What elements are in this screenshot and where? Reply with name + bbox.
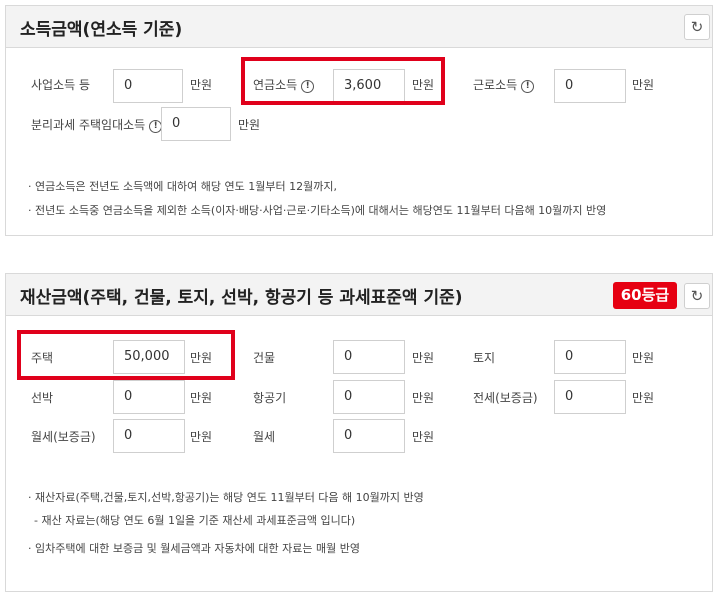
- earned-income-label: 근로소득!: [473, 76, 535, 93]
- property-note-1: · 재산자료(주택,건물,토지,선박,항공기)는 해당 연도 11월부터 다음 …: [28, 491, 424, 504]
- aircraft-label: 항공기: [253, 391, 287, 405]
- rental-income-unit: 만원: [238, 118, 261, 132]
- property-panel-header: 재산금액(주택, 건물, 토지, 선박, 항공기 등 과세표준액 기준) 60등…: [6, 274, 712, 316]
- ship-input[interactable]: 0: [113, 380, 185, 414]
- pension-highlight-box: [241, 57, 445, 105]
- aircraft-unit: 만원: [412, 391, 435, 405]
- earned-income-input[interactable]: 0: [554, 69, 626, 103]
- business-income-label: 사업소득 등: [31, 78, 91, 92]
- property-note-2: - 재산 자료는(해당 연도 6월 1일을 기준 재산세 과세표준금액 입니다): [34, 514, 356, 527]
- land-unit: 만원: [632, 351, 655, 365]
- income-note-2: · 전년도 소득중 연금소득을 제외한 소득(이자·배당·사업·근로·기타소득)…: [28, 204, 607, 217]
- land-input[interactable]: 0: [554, 340, 626, 374]
- business-income-unit: 만원: [190, 78, 213, 92]
- ship-label: 선박: [31, 391, 54, 405]
- property-reset-button[interactable]: ↻: [684, 283, 710, 309]
- rental-income-input[interactable]: 0: [161, 107, 231, 141]
- property-panel-title: 재산금액(주택, 건물, 토지, 선박, 항공기 등 과세표준액 기준): [20, 288, 463, 308]
- income-panel-header: 소득금액(연소득 기준) ↻: [6, 6, 712, 48]
- rental-income-label: 분리과세 주택임대소득!: [31, 116, 163, 133]
- jeonse-input[interactable]: 0: [554, 380, 626, 414]
- building-unit: 만원: [412, 351, 435, 365]
- monthly-rent-unit: 만원: [412, 430, 435, 444]
- house-highlight-box: [17, 330, 235, 380]
- jeonse-label: 전세(보증금): [473, 391, 538, 405]
- property-panel: 재산금액(주택, 건물, 토지, 선박, 항공기 등 과세표준액 기준) 60등…: [5, 273, 713, 592]
- grade-badge: 60등급: [613, 282, 677, 309]
- building-label: 건물: [253, 351, 276, 365]
- income-panel: 소득금액(연소득 기준) ↻ 사업소득 등 0 만원 연금소득! 3,600 만…: [5, 5, 713, 236]
- ship-unit: 만원: [190, 391, 213, 405]
- monthly-deposit-input[interactable]: 0: [113, 419, 185, 453]
- earned-income-unit: 만원: [632, 78, 655, 92]
- monthly-deposit-unit: 만원: [190, 430, 213, 444]
- monthly-deposit-label: 월세(보증금): [31, 430, 96, 444]
- building-input[interactable]: 0: [333, 340, 405, 374]
- reset-icon: ↻: [690, 18, 704, 36]
- income-note-1: · 연금소득은 전년도 소득액에 대하여 해당 연도 1월부터 12월까지,: [28, 180, 337, 193]
- income-reset-button[interactable]: ↻: [684, 14, 710, 40]
- monthly-rent-input[interactable]: 0: [333, 419, 405, 453]
- jeonse-unit: 만원: [632, 391, 655, 405]
- info-icon[interactable]: !: [521, 80, 535, 93]
- monthly-rent-label: 월세: [253, 430, 276, 444]
- land-label: 토지: [473, 351, 496, 365]
- reset-icon: ↻: [690, 287, 704, 305]
- business-income-input[interactable]: 0: [113, 69, 183, 103]
- income-panel-title: 소득금액(연소득 기준): [20, 20, 183, 40]
- aircraft-input[interactable]: 0: [333, 380, 405, 414]
- property-note-3: · 임차주택에 대한 보증금 및 월세금액과 자동차에 대한 자료는 매월 반영: [28, 542, 360, 555]
